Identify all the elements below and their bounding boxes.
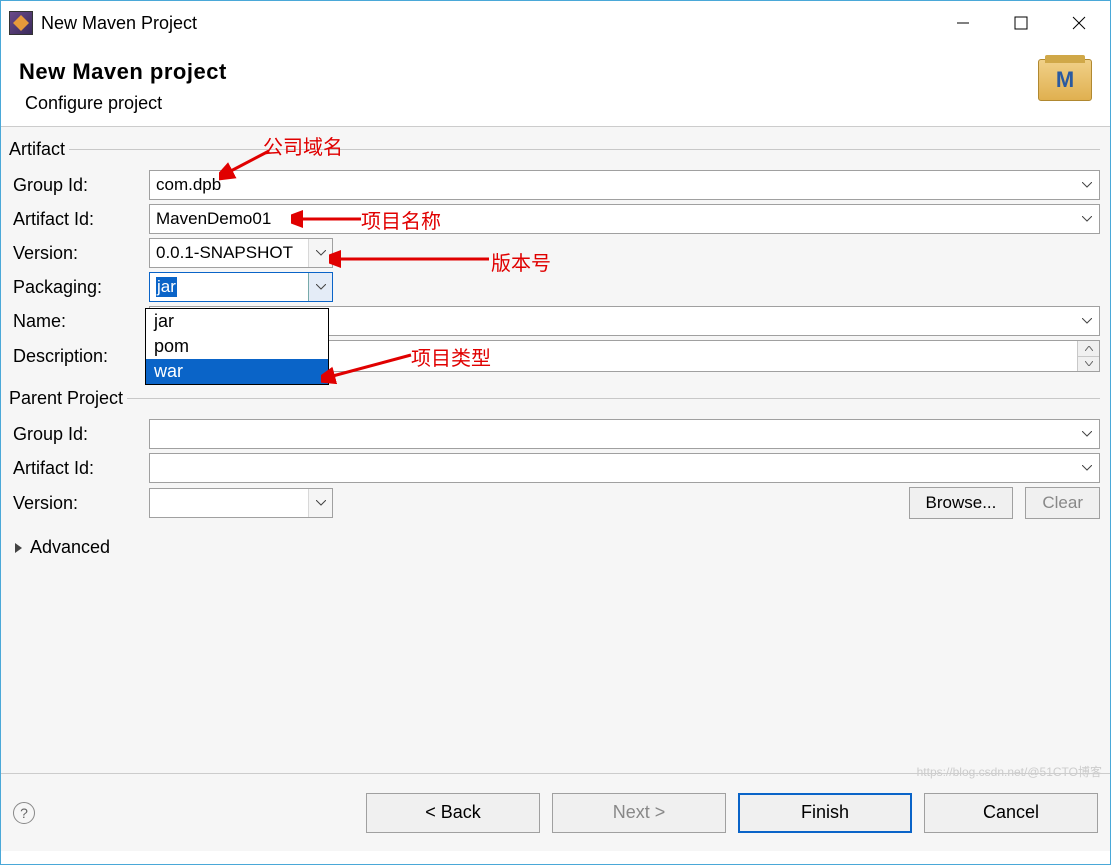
close-button[interactable]	[1050, 3, 1108, 43]
triangle-right-icon	[15, 543, 22, 553]
wizard-button-bar: ? < Back Next > Finish Cancel	[1, 773, 1110, 851]
form-area: Artifact Group Id: com.dpb Artifact Id: …	[1, 126, 1110, 773]
group-id-input[interactable]: com.dpb	[149, 170, 1100, 200]
artifact-legend: Artifact	[9, 139, 69, 160]
cancel-button[interactable]: Cancel	[924, 793, 1098, 833]
minimize-button[interactable]	[934, 3, 992, 43]
parent-version-combo[interactable]	[149, 488, 333, 518]
group-id-label: Group Id:	[11, 175, 143, 196]
packaging-label: Packaging:	[11, 277, 143, 298]
maximize-button[interactable]	[992, 3, 1050, 43]
next-button: Next >	[552, 793, 726, 833]
artifact-id-input[interactable]: MavenDemo01	[149, 204, 1100, 234]
parent-version-label: Version:	[11, 493, 143, 514]
parent-artifact-id-label: Artifact Id:	[11, 458, 143, 479]
chevron-down-icon[interactable]	[1075, 454, 1099, 482]
advanced-toggle[interactable]: Advanced	[11, 537, 1100, 558]
chevron-down-icon[interactable]	[1075, 420, 1099, 448]
artifact-id-label: Artifact Id:	[11, 209, 143, 230]
parent-artifact-id-input[interactable]	[149, 453, 1100, 483]
chevron-down-icon[interactable]	[1075, 307, 1099, 335]
packaging-dropdown[interactable]: jar pom war	[145, 308, 329, 385]
chevron-up-icon[interactable]	[1078, 341, 1099, 357]
parent-group-id-input[interactable]	[149, 419, 1100, 449]
titlebar: New Maven Project	[1, 1, 1110, 45]
back-button[interactable]: < Back	[366, 793, 540, 833]
window-title: New Maven Project	[41, 13, 934, 34]
chevron-down-icon[interactable]	[308, 273, 332, 301]
chevron-down-icon[interactable]	[308, 489, 332, 517]
clear-button[interactable]: Clear	[1025, 487, 1100, 519]
help-icon[interactable]: ?	[13, 802, 35, 824]
app-icon	[9, 11, 33, 35]
parent-legend: Parent Project	[9, 388, 127, 409]
maven-icon: M	[1038, 59, 1092, 101]
packaging-option-war[interactable]: war	[146, 359, 328, 384]
packaging-option-pom[interactable]: pom	[146, 334, 328, 359]
version-label: Version:	[11, 243, 143, 264]
chevron-down-icon[interactable]	[308, 239, 332, 267]
spinner-buttons[interactable]	[1077, 341, 1099, 371]
chevron-down-icon[interactable]	[1075, 205, 1099, 233]
wizard-subtitle: Configure project	[19, 93, 1038, 114]
window-controls	[934, 3, 1108, 43]
name-label: Name:	[11, 311, 143, 332]
chevron-down-icon[interactable]	[1075, 171, 1099, 199]
version-combo[interactable]: 0.0.1-SNAPSHOT	[149, 238, 333, 268]
browse-button[interactable]: Browse...	[909, 487, 1014, 519]
chevron-down-icon[interactable]	[1078, 357, 1099, 372]
parent-project-fieldset: Parent Project Group Id: Artifact Id: Ve…	[11, 388, 1100, 523]
description-label: Description:	[11, 346, 143, 367]
wizard-banner: New Maven project Configure project M	[1, 45, 1110, 126]
packaging-combo[interactable]: jar	[149, 272, 333, 302]
advanced-label: Advanced	[30, 537, 110, 558]
packaging-option-jar[interactable]: jar	[146, 309, 328, 334]
wizard-title: New Maven project	[19, 59, 1038, 85]
finish-button[interactable]: Finish	[738, 793, 912, 833]
parent-group-id-label: Group Id:	[11, 424, 143, 445]
